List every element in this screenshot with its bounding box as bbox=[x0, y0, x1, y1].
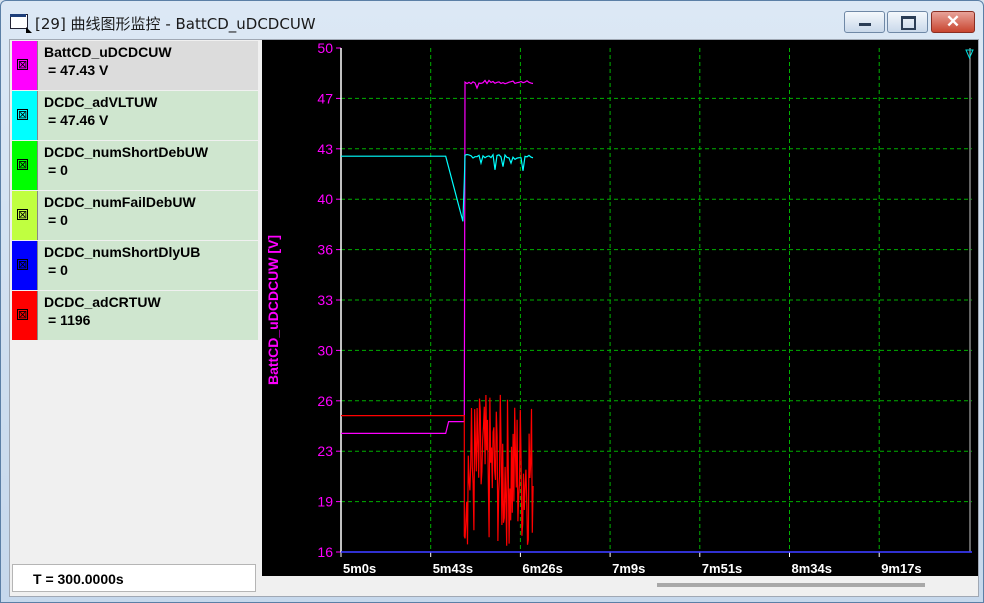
window-icon bbox=[10, 14, 32, 33]
signal-color-swatch: ⊠ bbox=[12, 291, 38, 340]
signal-color-swatch: ⊠ bbox=[12, 91, 38, 140]
y-tick-label: 19 bbox=[317, 494, 333, 510]
y-tick-label: 26 bbox=[317, 393, 333, 409]
signal-info: DCDC_adVLTUW = 47.46 V bbox=[38, 91, 258, 140]
maximize-button[interactable] bbox=[887, 11, 928, 33]
signal-info: DCDC_adCRTUW = 1196 bbox=[38, 291, 258, 340]
signal-value: = 47.46 V bbox=[48, 112, 109, 128]
signal-value: = 0 bbox=[48, 212, 68, 228]
signal-color-swatch: ⊠ bbox=[12, 241, 38, 290]
scrollbar-thumb[interactable] bbox=[657, 583, 925, 587]
app-window: [29] 曲线图形监控 - BattCD_uDCDCUW ✕ ⊠ BattCD_u… bbox=[0, 0, 984, 603]
x-tick-label: 7m51s bbox=[702, 561, 742, 576]
signal-row[interactable]: ⊠ DCDC_adVLTUW = 47.46 V bbox=[12, 91, 258, 140]
signal-info: DCDC_numFailDebUW = 0 bbox=[38, 191, 258, 240]
y-axis-label: BattCD_uDCDCUW [V] bbox=[265, 235, 281, 385]
x-tick-label: 9m17s bbox=[881, 561, 921, 576]
y-tick-label: 30 bbox=[317, 342, 333, 358]
y-tick-label: 43 bbox=[317, 141, 333, 157]
signal-name: DCDC_adVLTUW bbox=[44, 94, 158, 110]
x-tick-label: 8m34s bbox=[792, 561, 832, 576]
maximize-icon bbox=[901, 16, 916, 30]
signal-value: = 0 bbox=[48, 262, 68, 278]
signal-visible-checkbox[interactable]: ⊠ bbox=[17, 209, 28, 220]
signal-row[interactable]: ⊠ DCDC_numShortDlyUB = 0 bbox=[12, 241, 258, 290]
y-tick-label: 33 bbox=[317, 292, 333, 308]
chart-background bbox=[262, 40, 978, 576]
x-tick-label: 5m0s bbox=[343, 561, 376, 576]
x-tick-label: 5m43s bbox=[433, 561, 473, 576]
signal-row[interactable]: ⊠ DCDC_numShortDebUW = 0 bbox=[12, 141, 258, 190]
signal-visible-checkbox[interactable]: ⊠ bbox=[17, 259, 28, 270]
y-tick-label: 23 bbox=[317, 443, 333, 459]
signal-color-swatch: ⊠ bbox=[12, 41, 38, 90]
signal-name: DCDC_adCRTUW bbox=[44, 294, 161, 310]
minimize-icon bbox=[859, 23, 871, 26]
signal-info: DCDC_numShortDlyUB = 0 bbox=[38, 241, 258, 290]
signal-visible-checkbox[interactable]: ⊠ bbox=[17, 309, 28, 320]
title-bar[interactable]: [29] 曲线图形监控 - BattCD_uDCDCUW ✕ bbox=[1, 1, 983, 39]
signal-info: BattCD_uDCDCUW = 47.43 V bbox=[38, 41, 258, 90]
signal-row[interactable]: ⊠ BattCD_uDCDCUW = 47.43 V bbox=[12, 41, 258, 90]
time-readout-text: T = 300.0000s bbox=[33, 571, 124, 587]
chart-panel[interactable]: 50 47 43 40 36 33 30 26 23 19 16 5m0s 5m43s 6m26s 7m9s… bbox=[262, 40, 978, 596]
signal-list-panel: ⊠ BattCD_uDCDCUW = 47.43 V ⊠ DCDC_adVLTUW =… bbox=[10, 40, 260, 596]
x-tick-label: 7m9s bbox=[612, 561, 645, 576]
line-chart[interactable]: 50 47 43 40 36 33 30 26 23 19 16 5m0s 5m43s 6m26s 7m9s… bbox=[262, 40, 978, 596]
signal-visible-checkbox[interactable]: ⊠ bbox=[17, 109, 28, 120]
signal-color-swatch: ⊠ bbox=[12, 141, 38, 190]
y-tick-label: 16 bbox=[317, 544, 333, 560]
y-tick-label: 40 bbox=[317, 191, 333, 207]
signal-row[interactable]: ⊠ DCDC_numFailDebUW = 0 bbox=[12, 191, 258, 240]
signal-name: DCDC_numShortDlyUB bbox=[44, 244, 201, 260]
close-button[interactable]: ✕ bbox=[931, 11, 975, 33]
x-tick-label: 6m26s bbox=[522, 561, 562, 576]
y-tick-label: 47 bbox=[317, 90, 333, 106]
y-tick-label: 50 bbox=[317, 40, 333, 56]
client-area: ⊠ BattCD_uDCDCUW = 47.43 V ⊠ DCDC_adVLTUW =… bbox=[9, 39, 979, 597]
signal-visible-checkbox[interactable]: ⊠ bbox=[17, 59, 28, 70]
signal-info: DCDC_numShortDebUW = 0 bbox=[38, 141, 258, 190]
y-tick-label: 36 bbox=[317, 242, 333, 258]
signal-color-swatch: ⊠ bbox=[12, 191, 38, 240]
signal-value: = 0 bbox=[48, 162, 68, 178]
signal-visible-checkbox[interactable]: ⊠ bbox=[17, 159, 28, 170]
signal-value: = 47.43 V bbox=[48, 62, 109, 78]
window-title: [29] 曲线图形监控 - BattCD_uDCDCUW bbox=[35, 15, 316, 33]
time-readout: T = 300.0000s bbox=[12, 564, 256, 592]
signal-name: DCDC_numFailDebUW bbox=[44, 194, 196, 210]
signal-name: BattCD_uDCDCUW bbox=[44, 44, 172, 60]
signal-value: = 1196 bbox=[48, 312, 91, 328]
signal-row[interactable]: ⊠ DCDC_adCRTUW = 1196 bbox=[12, 291, 258, 340]
close-icon: ✕ bbox=[945, 12, 961, 31]
signal-name: DCDC_numShortDebUW bbox=[44, 144, 209, 160]
minimize-button[interactable] bbox=[844, 11, 885, 33]
